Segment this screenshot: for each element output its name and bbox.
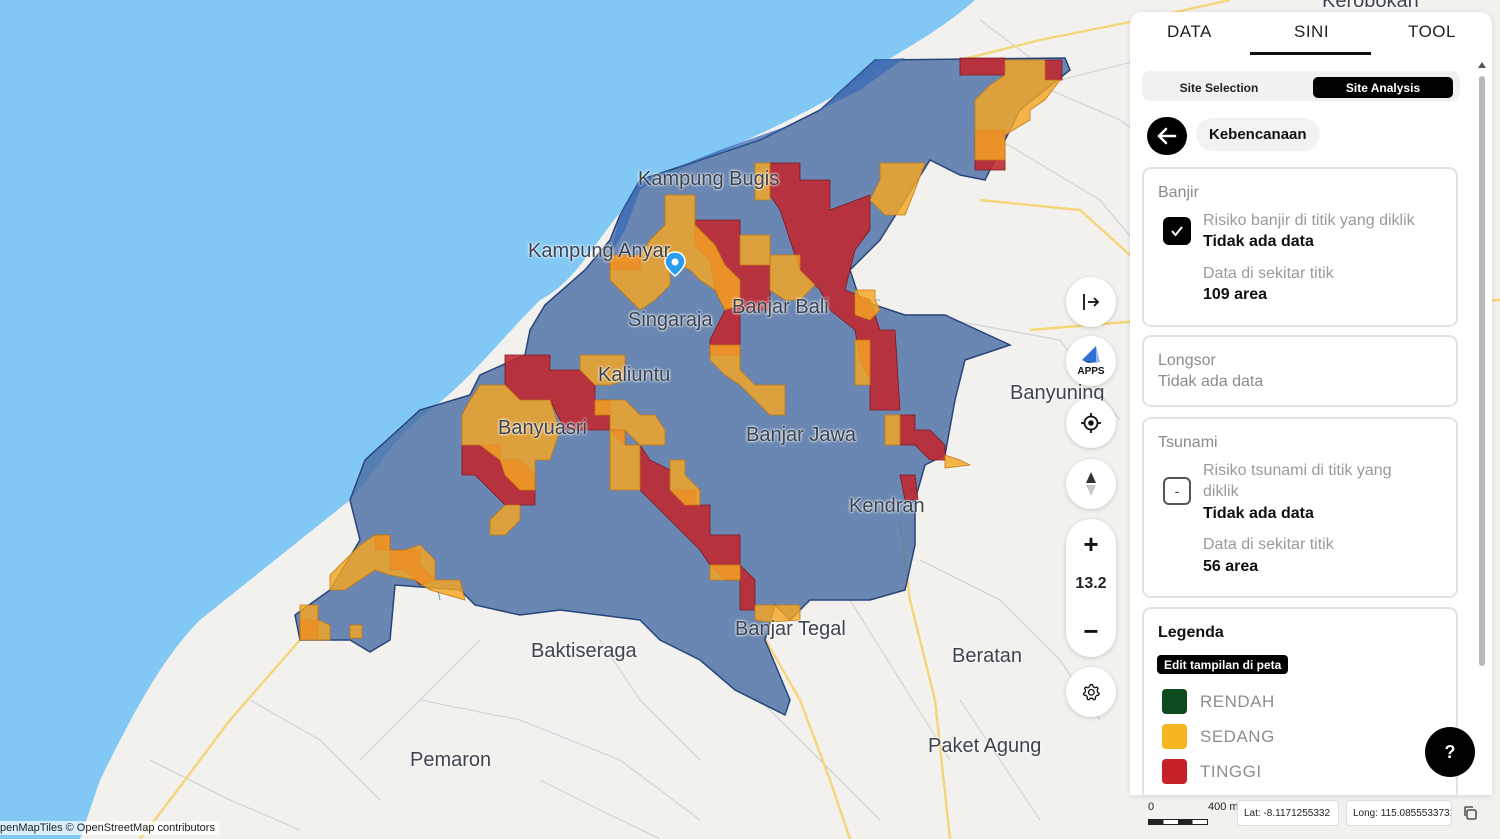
locate-button[interactable] (1066, 398, 1116, 448)
tsunami-around-value: 56 area (1203, 558, 1259, 575)
legend-label: SEDANG (1200, 727, 1275, 746)
banjir-around-label: Data di sekitar titik (1203, 265, 1334, 282)
panel-tabs: DATA SINI TOOL (1130, 12, 1492, 56)
legend-swatch (1162, 689, 1187, 714)
latitude-readout: Lat: -8.1171255332 (1237, 800, 1339, 826)
zoom-level: 13.2 (1075, 575, 1107, 592)
apps-logo-icon (1082, 346, 1100, 363)
help-button[interactable]: ? (1425, 727, 1475, 777)
legend-card: Legenda Edit tampilan di peta RENDAH SED… (1142, 607, 1458, 795)
scale-distance: 400 m (1208, 801, 1239, 813)
tab-sini[interactable]: SINI (1294, 22, 1329, 42)
place-label: Banjar Tegal (735, 618, 846, 640)
apps-button[interactable]: APPS (1066, 336, 1116, 386)
mode-segmented-control: Site Selection Site Analysis (1142, 71, 1460, 101)
sini-panel: DATA SINI TOOL Site Selection Site Analy… (1130, 12, 1492, 795)
map-scale: 0 400 m (1146, 799, 1242, 829)
longsor-status: Tidak ada data (1158, 373, 1264, 390)
collapse-right-icon (1083, 294, 1100, 310)
checkmark-icon (1171, 226, 1183, 237)
map-attribution: penMapTiles © OpenStreetMap contributors (0, 821, 219, 835)
tsunami-risk-label: Risiko tsunami di titik yang (1203, 462, 1392, 479)
legend-title: Legenda (1158, 624, 1224, 641)
tsunami-checkbox[interactable]: - (1163, 477, 1191, 505)
place-label: Paket Agung (928, 735, 1042, 757)
category-chip: Kebencanaan (1196, 118, 1320, 151)
zoom-in-button[interactable]: + (1066, 524, 1116, 564)
crosshair-icon (1081, 413, 1101, 433)
place-label: Kampung Anyar (528, 240, 671, 262)
place-label: Baktiseraga (531, 640, 637, 662)
place-label: Pemaron (410, 749, 492, 771)
tab-tool[interactable]: TOOL (1408, 22, 1456, 42)
banjir-risk-label: Risiko banjir di titik yang diklik (1203, 212, 1415, 229)
zoom-control: + 13.2 − (1066, 519, 1116, 657)
place-label: Banyuasri (498, 417, 587, 439)
place-label: Kampung Bugis (638, 168, 780, 190)
banjir-title: Banjir (1158, 184, 1199, 201)
banjir-around-value: 109 area (1203, 286, 1268, 303)
legend-swatch (1162, 724, 1187, 749)
scale-bar (1148, 819, 1208, 825)
legend-swatch (1162, 759, 1187, 784)
longsor-card: Longsor Tidak ada data (1142, 335, 1458, 407)
longitude-readout: Long: 115.0855533731 (1346, 800, 1452, 826)
copy-coordinates-button[interactable] (1458, 801, 1482, 825)
compass-button[interactable] (1066, 459, 1116, 509)
apps-label: APPS (1077, 366, 1105, 377)
legend-label: TINGGI (1200, 762, 1262, 781)
zoom-out-button[interactable]: − (1066, 611, 1116, 651)
place-label: Singaraja (628, 309, 713, 331)
segment-site-selection[interactable]: Site Selection (1146, 77, 1292, 98)
panel-scrollbar[interactable] (1477, 60, 1487, 795)
edit-map-style-button[interactable]: Edit tampilan di peta (1157, 655, 1289, 674)
longsor-title: Longsor (1158, 352, 1216, 369)
tsunami-title: Tsunami (1158, 434, 1218, 451)
scroll-up-icon (1478, 62, 1486, 68)
sidebar-toggle-button[interactable] (1066, 277, 1116, 327)
scale-zero: 0 (1148, 801, 1155, 813)
place-label: Beratan (952, 645, 1023, 667)
tsunami-risk-label-cont: diklik (1203, 483, 1239, 500)
place-label: Banjar Jawa (746, 424, 857, 446)
place-label: Kaliuntu (598, 364, 671, 386)
arrow-left-icon (1157, 127, 1177, 145)
segment-site-analysis[interactable]: Site Analysis (1313, 77, 1453, 98)
copy-icon (1464, 806, 1477, 820)
back-button[interactable] (1147, 117, 1187, 155)
gear-icon (1082, 683, 1100, 701)
tab-data[interactable]: DATA (1167, 22, 1212, 42)
place-label: Kendran (849, 495, 925, 517)
tsunami-around-label: Data di sekitar titik (1203, 536, 1334, 553)
banjir-risk-value: Tidak ada data (1203, 233, 1314, 250)
map-settings-button[interactable] (1066, 667, 1116, 717)
scrollbar-thumb[interactable] (1479, 76, 1485, 666)
active-tab-indicator (1250, 52, 1371, 55)
legend-label: RENDAH (1200, 692, 1275, 711)
banjir-checkbox[interactable] (1163, 217, 1191, 245)
tsunami-risk-value: Tidak ada data (1203, 505, 1314, 522)
place-label: Banjar Bali (732, 296, 829, 318)
banjir-card: Banjir Risiko banjir di titik yang dikli… (1142, 167, 1458, 327)
compass-icon (1086, 472, 1096, 496)
tsunami-card: Tsunami - Risiko tsunami di titik yang d… (1142, 417, 1458, 598)
